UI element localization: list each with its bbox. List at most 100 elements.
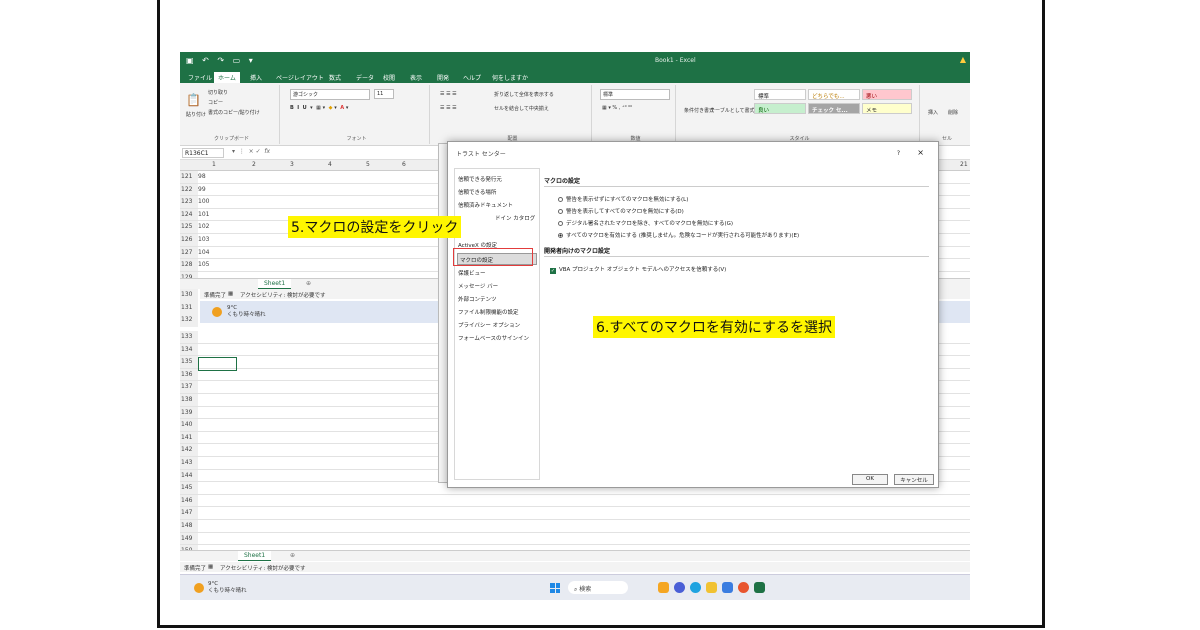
row-number[interactable]: 126 — [180, 234, 198, 246]
selected-cell[interactable] — [198, 357, 237, 371]
tab-help[interactable]: ヘルプ — [459, 72, 485, 83]
nav-file-block[interactable]: ファイル制限機能の設定 — [458, 308, 519, 316]
tab-formulas[interactable]: 数式 — [325, 72, 345, 83]
inner-sheet-tab[interactable]: Sheet1 — [258, 279, 292, 289]
col-header[interactable]: 21 — [960, 161, 968, 168]
col-header[interactable]: 6 — [402, 161, 406, 168]
row-number[interactable]: 128 — [180, 259, 198, 271]
inner-macro-icon[interactable]: ▦ — [228, 291, 233, 297]
style-bad[interactable]: 悪い — [862, 89, 912, 100]
sheet-row[interactable]: 148 — [180, 520, 970, 533]
nav-external-content[interactable]: 外部コンテンツ — [458, 295, 497, 303]
tab-review[interactable]: 校閲 — [379, 72, 399, 83]
row-number[interactable]: 124 — [180, 208, 198, 221]
todo-icon[interactable] — [722, 582, 733, 593]
row-number[interactable]: 144 — [180, 469, 198, 482]
windows-start-icon[interactable] — [550, 583, 560, 593]
row-number[interactable]: 135 — [180, 356, 198, 368]
col-header[interactable]: 5 — [366, 161, 370, 168]
copy-button[interactable]: コピー — [208, 99, 223, 106]
row-number[interactable]: 141 — [180, 431, 198, 444]
row-number[interactable]: 133 — [180, 331, 198, 343]
option-disable-notify[interactable]: 警告を表示してすべてのマクロを無効にする(D) — [558, 207, 684, 215]
row-number[interactable]: 147 — [180, 507, 198, 519]
number-format-buttons[interactable]: ▦ ▾ % , ⁺⁰ ⁰⁰ — [602, 105, 632, 111]
chrome-icon[interactable] — [738, 582, 749, 593]
weather-icon[interactable] — [194, 583, 204, 593]
paste-icon[interactable]: 📋 — [186, 93, 201, 107]
ok-button[interactable]: OK — [852, 474, 888, 485]
macro-record-icon[interactable]: ▦ — [208, 564, 213, 570]
tab-developer[interactable]: 開発 — [433, 72, 453, 83]
tab-view[interactable]: 表示 — [406, 72, 426, 83]
sheet-row[interactable]: 146 — [180, 494, 970, 508]
row-number[interactable]: 123 — [180, 196, 198, 208]
accessibility-status[interactable]: アクセシビリティ: 検討が必要です — [220, 564, 306, 572]
tab-data[interactable]: データ — [352, 72, 378, 83]
cancel-button[interactable]: キャンセル — [894, 474, 934, 485]
tell-me-search[interactable]: 何をしますか — [488, 72, 532, 83]
quick-access-toolbar[interactable]: ▣ ↶ ↷ ▭ ▾ — [186, 56, 256, 65]
sheet-row[interactable]: 131 — [180, 301, 200, 315]
row-number[interactable]: 139 — [180, 406, 198, 419]
close-icon[interactable]: × — [917, 148, 924, 157]
row-number[interactable]: 146 — [180, 494, 198, 507]
col-header[interactable]: 4 — [328, 161, 332, 168]
insert-cells-button[interactable]: 挿入 — [928, 109, 938, 116]
cut-button[interactable]: 切り取り — [208, 89, 228, 96]
nav-trusted-documents[interactable]: 信頼済みドキュメント — [458, 201, 513, 209]
align-icons[interactable]: ☰ ☰ ☰ — [440, 91, 457, 97]
row-number[interactable]: 145 — [180, 482, 198, 494]
format-painter-button[interactable]: 書式のコピー/貼り付け — [208, 109, 260, 116]
row-number[interactable]: 149 — [180, 532, 198, 545]
excel-taskbar-icon[interactable] — [754, 582, 765, 593]
row-number[interactable]: 131 — [180, 301, 198, 315]
sheet-row[interactable]: 147 — [180, 507, 970, 520]
font-name-select[interactable]: 游ゴシック — [290, 89, 370, 100]
sheet-row[interactable]: 132 — [180, 314, 200, 327]
row-number[interactable]: 143 — [180, 457, 198, 469]
sheet-row[interactable]: 130 — [180, 289, 200, 302]
row-number[interactable]: 136 — [180, 368, 198, 381]
tab-home[interactable]: ホーム — [214, 72, 240, 83]
name-box[interactable]: R136C1 — [182, 148, 224, 158]
row-number[interactable]: 132 — [180, 314, 198, 327]
option-enable-all[interactable]: すべてのマクロを有効にする (推奨しません。危険なコードが実行される可能性があり… — [558, 231, 799, 239]
style-check-cell[interactable]: チェック セ... — [808, 103, 860, 114]
add-sheet-icon[interactable]: ⊕ — [290, 552, 295, 559]
fx-icon[interactable]: ▾ ⋮ × ✓ fx — [232, 148, 270, 155]
align-icons-2[interactable]: ☰ ☰ ☰ — [440, 105, 457, 111]
col-header[interactable]: 1 — [212, 161, 216, 168]
tab-page-layout[interactable]: ページレイアウト — [272, 72, 328, 83]
edge-icon[interactable] — [690, 582, 701, 593]
nav-form-signin[interactable]: フォームベースのサインイン — [458, 334, 529, 342]
merge-center-button[interactable]: セルを結合して中央揃え — [494, 105, 549, 112]
help-icon[interactable]: ? — [897, 150, 900, 157]
nav-trusted-locations[interactable]: 信頼できる場所 — [458, 188, 496, 196]
col-header[interactable]: 3 — [290, 161, 294, 168]
sheet-row[interactable]: 149 — [180, 532, 970, 546]
nav-trusted-publishers[interactable]: 信頼できる発行元 — [458, 175, 502, 183]
row-number[interactable]: 137 — [180, 381, 198, 393]
row-number[interactable]: 142 — [180, 444, 198, 456]
row-number[interactable]: 130 — [180, 289, 198, 302]
font-size-select[interactable]: 11 — [374, 89, 394, 99]
row-number[interactable]: 121 — [180, 171, 198, 183]
paste-button[interactable]: 貼り付け — [186, 111, 206, 118]
vba-trust-checkbox[interactable]: ✓ VBA プロジェクト オブジェクト モデルへのアクセスを信頼する(V) — [550, 265, 726, 274]
row-number[interactable]: 127 — [180, 246, 198, 259]
delete-cells-button[interactable]: 削除 — [948, 109, 958, 116]
row-number[interactable]: 134 — [180, 343, 198, 356]
wrap-text-button[interactable]: 折り返して全体を表示する — [494, 91, 554, 98]
option-disable-except-signed[interactable]: デジタル署名されたマクロを除き、すべてのマクロを無効にする(G) — [558, 219, 733, 227]
number-format-select[interactable]: 標準 — [600, 89, 670, 100]
tab-insert[interactable]: 挿入 — [246, 72, 266, 83]
style-good[interactable]: 良い — [754, 103, 806, 114]
explorer-icon[interactable] — [706, 582, 717, 593]
style-neutral[interactable]: どちらでも... — [808, 89, 860, 100]
bold-italic-underline-buttons[interactable]: B I U ▾ ▦ ▾ ◆ ▾ A ▾ — [290, 105, 348, 111]
inner-add-sheet-icon[interactable]: ⊕ — [306, 280, 311, 287]
row-number[interactable]: 138 — [180, 394, 198, 406]
warning-icon[interactable]: ▲ — [960, 55, 966, 64]
tab-file[interactable]: ファイル — [184, 72, 216, 83]
